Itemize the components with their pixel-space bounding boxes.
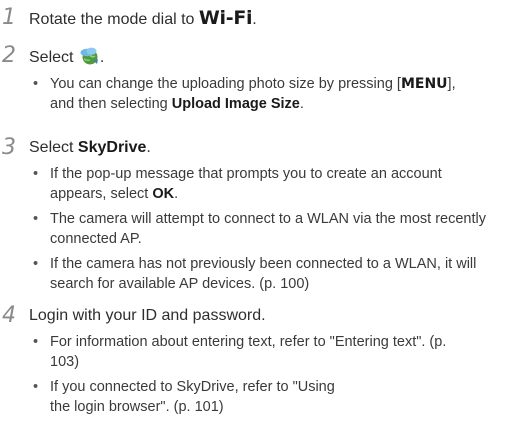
- list-item: If the pop-up message that prompts you t…: [31, 164, 501, 204]
- menu-key-label: MENU: [400, 76, 448, 92]
- list-item: For information about entering text, ref…: [31, 332, 461, 372]
- wifi-mode-label: Wi-Fi: [198, 7, 253, 29]
- step-1: 1 Rotate the mode dial to Wi-Fi.: [0, 5, 516, 32]
- list-item: You can change the uploading photo size …: [31, 74, 461, 114]
- step-title: Select .: [29, 46, 104, 68]
- step-number: 4: [2, 303, 16, 328]
- step-2: 2 Select . You can change the uploading …: [0, 43, 516, 136]
- cloud-globe-icon: [78, 46, 100, 66]
- step-3: 3 Select SkyDrive. If the pop-up message…: [0, 135, 516, 292]
- step-4: 4 Login with your ID and password. For i…: [0, 303, 516, 436]
- step-2-bullets: You can change the uploading photo size …: [31, 74, 461, 119]
- step-4-bullets: For information about entering text, ref…: [31, 332, 461, 422]
- list-item: If the camera has not previously been co…: [31, 254, 501, 294]
- step-number: 3: [2, 135, 16, 160]
- step-title: Rotate the mode dial to Wi-Fi.: [29, 7, 257, 29]
- step-number: 2: [2, 43, 16, 68]
- step-title: Select SkyDrive.: [29, 139, 151, 156]
- list-item: If you connected to SkyDrive, refer to "…: [31, 377, 350, 417]
- list-item: The camera will attempt to connect to a …: [31, 209, 501, 249]
- step-title: Login with your ID and password.: [29, 307, 266, 324]
- step-number: 1: [2, 5, 16, 30]
- step-3-bullets: If the pop-up message that prompts you t…: [31, 164, 501, 299]
